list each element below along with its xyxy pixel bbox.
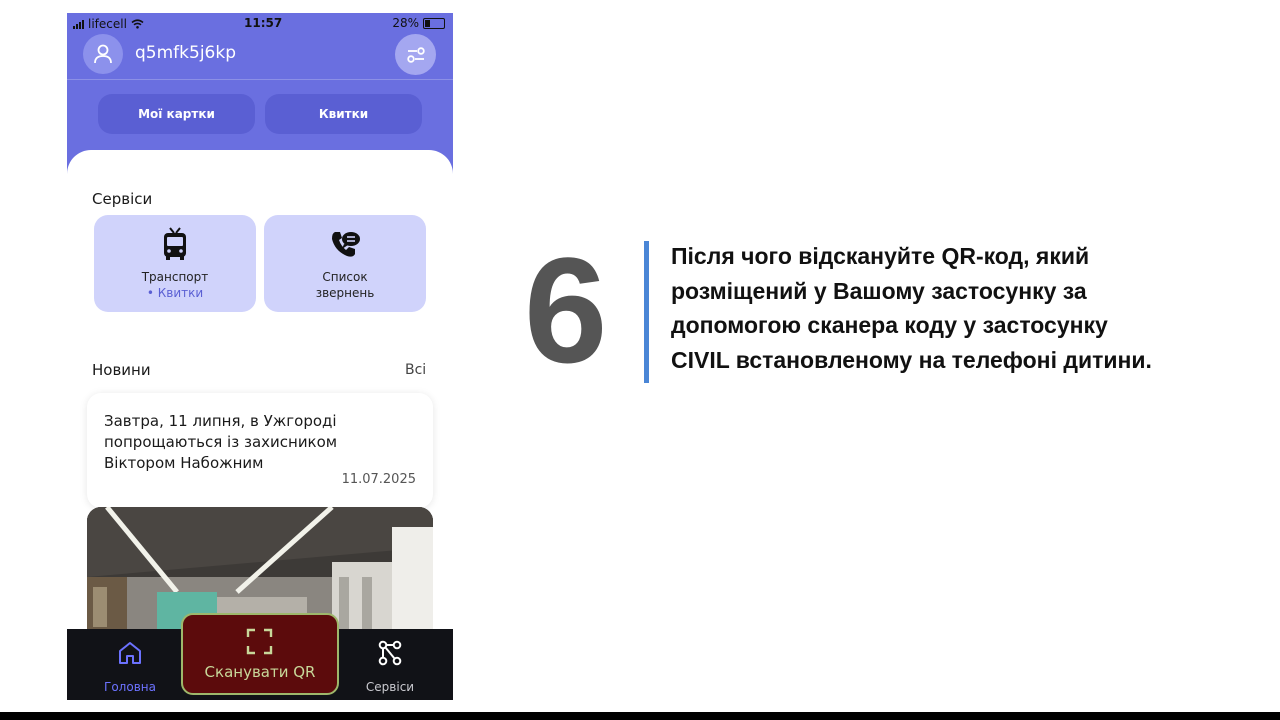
news-headline-line: Завтра, 11 липня, в Ужгороді bbox=[104, 412, 337, 430]
scan-qr-label: Сканувати QR bbox=[204, 663, 316, 681]
filter-settings-button[interactable] bbox=[395, 34, 436, 75]
step-instruction: Після чого відскануйте QR-код, який розм… bbox=[671, 239, 1231, 377]
news-card[interactable]: Завтра, 11 липня, в Ужгороді попрощаютьс… bbox=[87, 393, 433, 508]
scan-qr-button[interactable]: Сканувати QR bbox=[181, 613, 339, 695]
service-transport-sub: • Квитки bbox=[146, 286, 204, 300]
avatar[interactable] bbox=[83, 34, 123, 74]
instruction-line: розміщений у Вашому застосунку за bbox=[671, 277, 1087, 304]
status-bar: lifecell 11:57 28% bbox=[67, 13, 453, 35]
status-time: 11:57 bbox=[244, 16, 283, 30]
news-headline: Завтра, 11 липня, в Ужгороді попрощаютьс… bbox=[104, 411, 404, 474]
signal-icon bbox=[73, 19, 84, 29]
tab-services-label: Сервіси bbox=[365, 680, 415, 694]
instruction-line: CIVIL встановленому на телефоні дитини. bbox=[671, 346, 1152, 373]
header-divider bbox=[67, 79, 453, 80]
service-transport-card[interactable]: Транспорт • Квитки bbox=[94, 215, 256, 312]
my-cards-button[interactable]: Мої картки bbox=[98, 94, 255, 134]
service-transport-label: Транспорт bbox=[141, 270, 209, 284]
instruction-line: допомогою сканера коду у застосунку bbox=[671, 312, 1108, 338]
news-title: Новини bbox=[92, 361, 151, 379]
instruction-line: Після чого відскануйте QR-код, який bbox=[671, 243, 1090, 269]
sliders-icon bbox=[406, 46, 425, 63]
home-icon bbox=[119, 642, 141, 664]
tab-services[interactable]: Сервіси bbox=[352, 629, 428, 700]
news-date: 11.07.2025 bbox=[341, 472, 416, 487]
service-appeals-label-2: звернень bbox=[315, 286, 375, 300]
tab-home-label: Головна bbox=[104, 680, 156, 694]
username: q5mfk5j6kp bbox=[135, 43, 236, 63]
battery-icon bbox=[423, 17, 445, 29]
video-bottom-bar bbox=[0, 712, 1280, 720]
trolleybus-icon bbox=[164, 227, 186, 260]
battery-percent: 28% bbox=[392, 16, 419, 30]
news-all-link[interactable]: Всі bbox=[405, 362, 426, 378]
service-appeals-card[interactable]: Список звернень bbox=[264, 215, 426, 312]
news-headline-line: Віктором Набожним bbox=[104, 454, 264, 472]
services-title: Сервіси bbox=[92, 190, 153, 208]
user-icon bbox=[94, 44, 112, 64]
carrier-info: lifecell bbox=[73, 17, 144, 31]
phone-screen: lifecell 11:57 28% q5mfk5j6kp Мої картки… bbox=[67, 13, 453, 700]
connections-icon bbox=[378, 640, 402, 666]
tickets-button[interactable]: Квитки bbox=[265, 94, 422, 134]
qr-scan-icon bbox=[246, 628, 273, 655]
accent-divider bbox=[644, 241, 649, 383]
chat-phone-icon bbox=[332, 232, 360, 257]
service-appeals-label-1: Список bbox=[322, 270, 368, 284]
carrier-name: lifecell bbox=[88, 17, 127, 31]
wifi-icon bbox=[131, 19, 144, 29]
news-headline-line: попрощаються із захисником bbox=[104, 433, 338, 451]
step-number: 6 bbox=[524, 226, 608, 394]
tab-home[interactable]: Головна bbox=[92, 629, 168, 700]
battery-status: 28% bbox=[392, 16, 445, 30]
